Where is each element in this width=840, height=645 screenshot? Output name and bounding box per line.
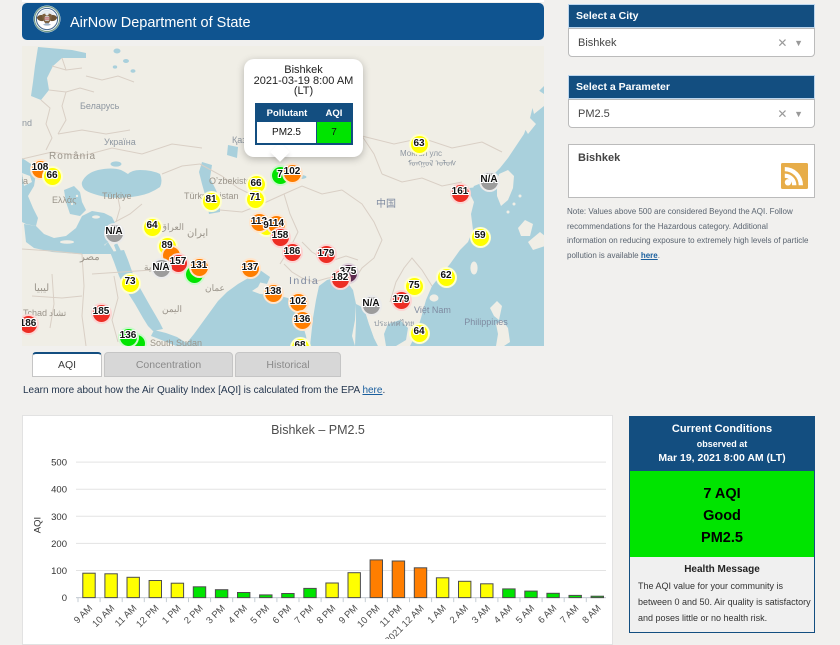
svg-text:ᠮᠣᠩᠭᠣᠯ ᠤᠯᠤᠰ: ᠮᠣᠩᠭᠣᠯ ᠤᠯᠤᠰ	[408, 158, 457, 168]
svg-text:中国: 中国	[376, 197, 396, 210]
svg-text:nd: nd	[22, 118, 32, 128]
svg-text:مصر: مصر	[79, 252, 100, 263]
svg-text:lia: lia	[22, 176, 28, 186]
svg-text:Philippines: Philippines	[464, 317, 508, 327]
svg-text:Ελλάς: Ελλάς	[52, 195, 77, 205]
svg-text:عمان: عمان	[205, 283, 225, 293]
svg-text:Türkiye: Türkiye	[102, 191, 132, 201]
svg-text:South Sudan: South Sudan	[150, 338, 202, 346]
svg-text:تشاد: تشاد	[49, 308, 67, 318]
svg-text:India: India	[289, 275, 319, 287]
svg-text:România: România	[49, 151, 96, 162]
svg-text:Беларусь: Беларусь	[80, 101, 120, 111]
svg-text:اليمن: اليمن	[162, 304, 182, 315]
svg-text:ليبيا: ليبيا	[34, 283, 49, 294]
svg-text:Việt Nam: Việt Nam	[414, 305, 451, 315]
svg-text:Україна: Україна	[104, 137, 136, 147]
svg-text:ايران: ايران	[187, 228, 208, 239]
